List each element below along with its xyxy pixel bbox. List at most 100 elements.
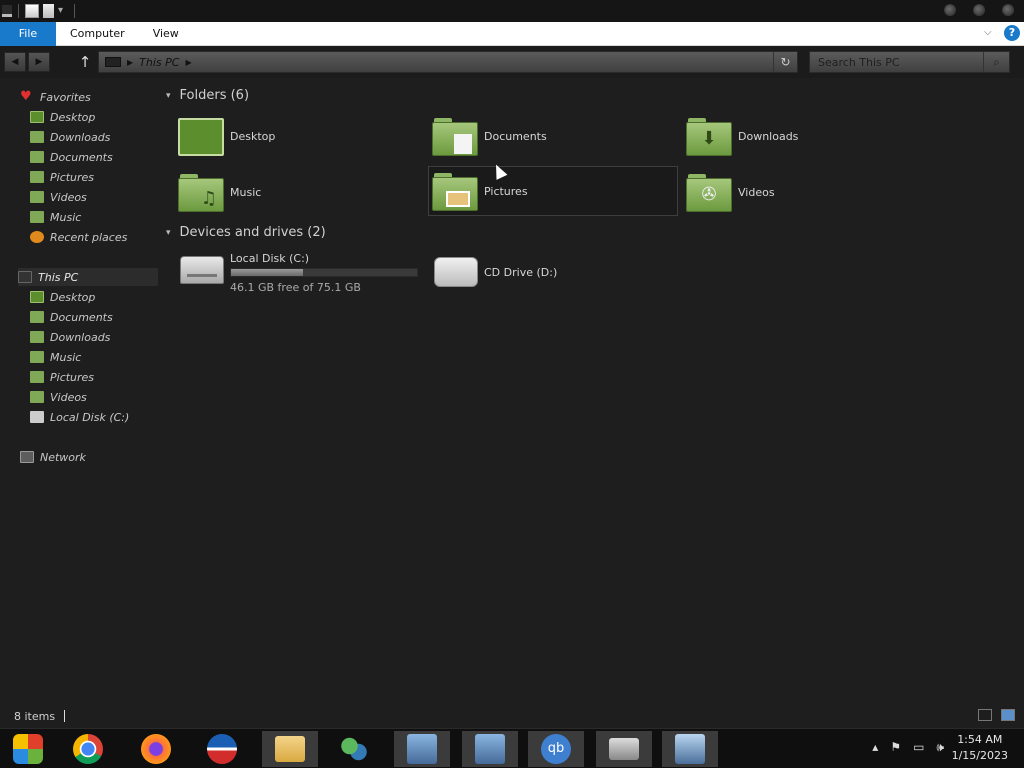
system-menu-icon[interactable] xyxy=(2,5,12,17)
nav-fav-music[interactable]: Music xyxy=(30,208,81,226)
network-setup-icon xyxy=(407,734,437,764)
minimize-button[interactable] xyxy=(944,4,956,16)
forward-button[interactable]: ▶ xyxy=(28,52,50,72)
breadcrumb-separator-icon[interactable]: ▶ xyxy=(185,58,191,67)
nav-pc-downloads[interactable]: Downloads xyxy=(30,328,110,346)
breadcrumb-this-pc[interactable]: This PC xyxy=(139,56,179,69)
back-button[interactable]: ◀ xyxy=(4,52,26,72)
customize-toolbar-icon[interactable]: ▾ xyxy=(58,6,68,16)
nav-pc-documents[interactable]: Documents xyxy=(30,308,113,326)
nav-pc-videos[interactable]: Videos xyxy=(30,388,87,406)
search-icon[interactable]: ⌕ xyxy=(983,52,1009,72)
nav-fav-pictures[interactable]: Pictures xyxy=(30,168,94,186)
nav-pc-pictures[interactable]: Pictures xyxy=(30,368,94,386)
collapse-caret-icon[interactable]: ▾ xyxy=(166,91,171,101)
folder-tile-desktop[interactable]: Desktop xyxy=(178,112,426,160)
expand-ribbon-icon[interactable]: ⌵ xyxy=(984,28,994,38)
nav-fav-documents[interactable]: Documents xyxy=(30,148,113,166)
properties-icon[interactable] xyxy=(25,4,39,18)
folder-label: Pictures xyxy=(484,184,528,198)
help-button[interactable]: ? xyxy=(1004,25,1020,41)
title-bar: ▾ xyxy=(0,0,1024,22)
nav-pc-desktop[interactable]: Desktop xyxy=(30,288,95,306)
taskbar-network-setup-2[interactable] xyxy=(462,731,518,767)
tab-view[interactable]: View xyxy=(139,22,193,46)
taskbar-network-setup-1[interactable] xyxy=(394,731,450,767)
tab-file[interactable]: File xyxy=(0,21,56,46)
folder-tile-downloads[interactable]: ⬇ Downloads xyxy=(686,112,934,160)
show-hidden-icons-icon[interactable]: ▴ xyxy=(872,740,878,755)
details-view-icon[interactable] xyxy=(978,709,992,721)
navigation-bar: ◀ ▶ ↑ ▶ This PC ▶ ↻ ⌕ xyxy=(0,46,1024,78)
action-center-flag-icon[interactable]: ⚑ xyxy=(890,740,901,755)
computer-icon xyxy=(18,271,32,283)
collapse-caret-icon[interactable]: ▾ xyxy=(166,228,171,238)
clock[interactable]: 1:54 AM 1/15/2023 xyxy=(952,732,1008,764)
hard-drive-icon xyxy=(180,256,224,284)
system-tray: ▴ ⚑ ▭ 🕪 xyxy=(872,740,944,755)
tab-computer[interactable]: Computer xyxy=(56,22,139,46)
music-folder-icon: ♫ xyxy=(178,172,224,212)
drive-tile-cd-drive[interactable]: CD Drive (D:) xyxy=(434,257,682,287)
taskbar-file-explorer[interactable] xyxy=(262,731,318,767)
new-folder-icon[interactable] xyxy=(43,4,54,18)
downloads-folder-icon xyxy=(30,131,44,143)
remote-desktop-icon xyxy=(675,734,705,764)
address-bar[interactable]: ▶ This PC ▶ ↻ xyxy=(98,51,798,73)
taskbar-messenger[interactable] xyxy=(326,731,382,767)
divider xyxy=(74,4,75,18)
folder-label: Videos xyxy=(738,185,775,199)
nav-label: Desktop xyxy=(50,290,96,304)
group-header-label: Folders (6) xyxy=(179,88,250,103)
nav-fav-recent-places[interactable]: Recent places xyxy=(30,228,127,246)
group-header-folders[interactable]: ▾ Folders (6) xyxy=(166,88,249,103)
nav-label: Pictures xyxy=(50,370,95,384)
large-icons-view-icon[interactable] xyxy=(1001,709,1015,721)
folder-tile-documents[interactable]: Documents xyxy=(432,112,680,160)
nav-this-pc[interactable]: This PC xyxy=(18,268,158,286)
nav-network[interactable]: Network xyxy=(20,448,86,466)
taskbar-app[interactable] xyxy=(194,731,250,767)
drive-tile-local-disk[interactable]: Local Disk (C:) 46.1 GB free of 75.1 GB xyxy=(180,252,428,294)
nav-favorites[interactable]: ♥ Favorites xyxy=(20,88,91,106)
heart-icon: ♥ xyxy=(20,89,32,104)
taskbar-qbittorrent[interactable]: qb xyxy=(528,731,584,767)
taskbar-scanner[interactable] xyxy=(596,731,652,767)
folder-tile-music[interactable]: ♫ Music xyxy=(178,168,426,216)
nav-pc-local-disk[interactable]: Local Disk (C:) xyxy=(30,408,129,426)
folder-label: Desktop xyxy=(230,129,276,143)
drive-info: Local Disk (C:) 46.1 GB free of 75.1 GB xyxy=(230,252,418,294)
clock-date: 1/15/2023 xyxy=(951,749,1008,762)
taskbar-remote-desktop[interactable] xyxy=(662,731,718,767)
downloads-folder-icon: ⬇ xyxy=(686,116,732,156)
folder-tile-videos[interactable]: ✇ Videos xyxy=(686,168,934,216)
group-header-devices[interactable]: ▾ Devices and drives (2) xyxy=(166,225,326,240)
obama-logo-icon xyxy=(207,734,237,764)
nav-label: Favorites xyxy=(40,90,91,104)
taskbar-firefox[interactable] xyxy=(128,731,184,767)
up-button[interactable]: ↑ xyxy=(77,52,93,72)
nav-label: Downloads xyxy=(50,330,111,344)
start-button[interactable] xyxy=(0,731,56,767)
maximize-button[interactable] xyxy=(973,4,985,16)
taskbar-chrome[interactable] xyxy=(60,731,116,767)
nav-pc-music[interactable]: Music xyxy=(30,348,81,366)
file-explorer-icon xyxy=(275,736,305,762)
nav-label: Recent places xyxy=(50,230,128,244)
network-icon[interactable]: ▭ xyxy=(913,740,924,755)
window-controls xyxy=(944,4,1014,16)
close-button[interactable] xyxy=(1002,4,1014,16)
documents-folder-icon xyxy=(30,311,44,323)
folder-label: Downloads xyxy=(738,129,799,143)
firefox-icon xyxy=(141,734,171,764)
desktop-icon xyxy=(30,111,44,123)
search-input[interactable] xyxy=(810,52,984,72)
nav-fav-videos[interactable]: Videos xyxy=(30,188,87,206)
breadcrumb-separator-icon[interactable]: ▶ xyxy=(127,58,133,67)
nav-fav-desktop[interactable]: Desktop xyxy=(30,108,95,126)
refresh-button[interactable]: ↻ xyxy=(773,52,797,72)
videos-folder-icon xyxy=(30,391,44,403)
volume-icon[interactable]: 🕪 xyxy=(936,740,944,755)
folder-tile-pictures[interactable]: Pictures xyxy=(428,166,678,216)
nav-fav-downloads[interactable]: Downloads xyxy=(30,128,110,146)
